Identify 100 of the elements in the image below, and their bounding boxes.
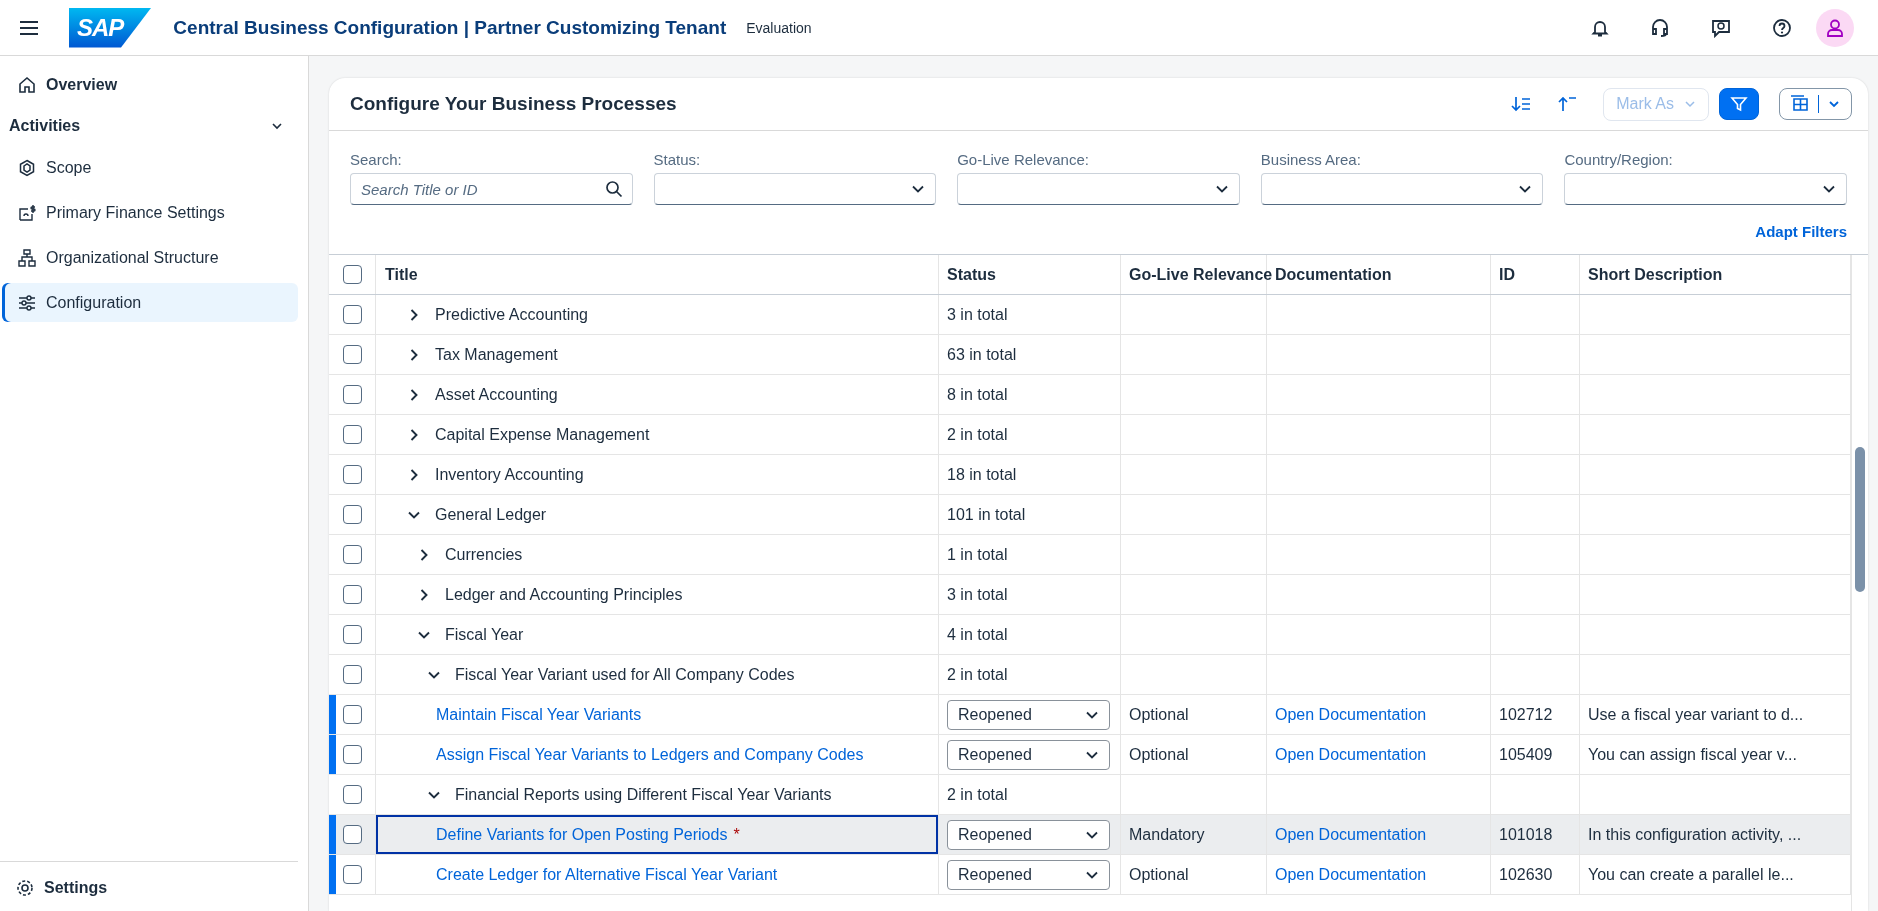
id-text: 105409 [1499,745,1553,764]
documentation-link[interactable]: Open Documentation [1275,825,1427,844]
status-dropdown[interactable]: Reopened [947,739,1110,770]
row-checkbox[interactable] [342,785,362,804]
count-text: 101 in total [947,505,1026,524]
count-text: 3 in total [947,305,1008,324]
row-checkbox[interactable] [342,345,362,364]
sort-descending-icon[interactable] [1511,95,1532,113]
count-text: 2 in total [947,425,1008,444]
id-text: 102630 [1499,865,1553,884]
activity-link[interactable]: Assign Fiscal Year Variants to Ledgers and Company Codes [436,745,864,764]
row-checkbox[interactable] [342,505,362,524]
hierarchy-icon [18,248,36,267]
filter-dropdown[interactable] [1564,173,1847,205]
menu-icon[interactable] [19,19,39,36]
count-text: 1 in total [947,545,1008,564]
row-checkbox[interactable] [342,425,362,444]
filter-label: Business Area: [1260,151,1362,168]
view-settings-button[interactable] [1779,88,1852,120]
column-header[interactable]: Documentation [1275,265,1392,284]
nav-item[interactable]: Organizational Structure [2,238,298,277]
description-text: Use a fiscal year variant to d... [1588,705,1804,724]
column-header[interactable]: Short Description [1588,265,1723,284]
group-title: Ledger and Accounting Principles [445,585,683,604]
table-icon [1790,95,1810,113]
column-header[interactable]: ID [1499,265,1515,284]
sliders-icon [18,293,36,312]
environment-label: Evaluation [746,19,812,36]
finance-icon [18,203,36,222]
nav-item[interactable]: Primary Finance Settings [2,193,298,232]
logo[interactable]: SAP [69,7,152,48]
filter-button[interactable] [1719,88,1759,120]
column-header[interactable]: Title [385,265,418,284]
column-header[interactable]: Go-Live Relevance [1129,265,1273,284]
row-checkbox[interactable] [342,665,362,684]
count-text: 18 in total [947,465,1017,484]
section-header[interactable]: Activities [0,107,308,145]
documentation-link[interactable]: Open Documentation [1275,745,1427,764]
status-dropdown[interactable]: Reopened [947,819,1110,850]
scrollbar-thumb[interactable] [1855,447,1865,592]
column-header[interactable]: Status [947,265,996,284]
group-title: Predictive Accounting [435,305,588,324]
collapse-icon[interactable] [1557,95,1578,113]
activity-link[interactable]: Create Ledger for Alternative Fiscal Year Variant [436,865,778,884]
select-all-checkbox[interactable] [342,265,362,284]
row-checkbox[interactable] [342,465,362,484]
card-title: Configure Your Business Processes [350,93,677,115]
group-title: Currencies [445,545,523,564]
activity-link[interactable]: Maintain Fiscal Year Variants [436,705,642,724]
feedback-icon[interactable] [1710,17,1732,38]
settings-icon [16,878,34,897]
group-title: Inventory Accounting [435,465,584,484]
row-checkbox[interactable] [342,705,362,724]
documentation-link[interactable]: Open Documentation [1275,705,1427,724]
row-checkbox[interactable] [342,825,362,844]
row-checkbox[interactable] [342,625,362,644]
filter-label: Country/Region: [1564,151,1674,168]
documentation-link[interactable]: Open Documentation [1275,865,1427,884]
row-checkbox[interactable] [342,745,362,764]
search-icon[interactable] [604,180,623,198]
user-avatar[interactable] [1816,8,1854,47]
relevance-text: Optional [1129,705,1189,724]
count-text: 3 in total [947,585,1008,604]
filter-label: Status: [653,151,702,168]
group-title: Fiscal Year [445,625,524,644]
filter-label: Go-Live Relevance: [957,151,1090,168]
relevance-text: Optional [1129,865,1189,884]
description-text: In this configuration activity, ... [1588,825,1802,844]
group-title: General Ledger [435,505,547,524]
filter-dropdown[interactable] [653,173,937,205]
filter-dropdown[interactable] [957,173,1240,205]
status-dropdown[interactable]: Reopened [947,699,1110,730]
row-checkbox[interactable] [342,305,362,324]
id-text: 101018 [1499,825,1553,844]
app-title: Central Business Configuration | Partner Customizing Tenant [173,16,727,39]
headset-icon[interactable] [1650,17,1670,38]
description-text: You can create a parallel le... [1588,865,1794,884]
adapt-filters-link[interactable]: Adapt Filters [1755,223,1847,240]
group-title: Capital Expense Management [435,425,650,444]
relevance-text: Mandatory [1129,825,1205,844]
activity-link[interactable]: Define Variants for Open Posting Periods [436,825,728,844]
count-text: 63 in total [947,345,1017,364]
filter-icon [1730,95,1748,113]
description-text: You can assign fiscal year v... [1588,745,1797,764]
group-title: Fiscal Year Variant used for All Company Codes [455,665,795,684]
row-checkbox[interactable] [342,545,362,564]
nav-item[interactable]: Overview [2,65,298,104]
filter-dropdown[interactable] [1260,173,1544,205]
nav-item[interactable]: Settings [0,861,298,907]
group-title: Tax Management [435,345,558,364]
search-field[interactable]: Search Title or ID [350,173,633,205]
count-text: 2 in total [947,785,1008,804]
help-icon[interactable] [1772,17,1792,38]
row-checkbox[interactable] [342,585,362,604]
nav-item[interactable]: Scope [2,148,298,187]
nav-item[interactable]: Configuration [2,283,298,322]
status-dropdown[interactable]: Reopened [947,859,1110,890]
id-text: 102712 [1499,705,1553,724]
row-checkbox[interactable] [342,865,362,884]
row-checkbox[interactable] [342,385,362,404]
